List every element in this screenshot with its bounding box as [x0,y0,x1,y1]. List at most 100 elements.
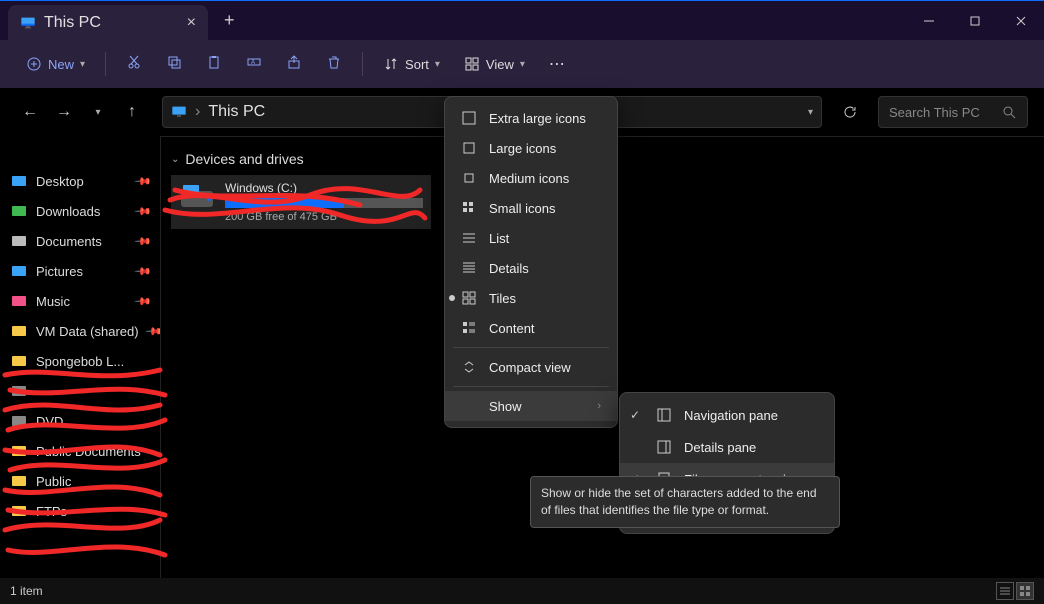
back-button[interactable]: ← [16,98,44,126]
sidebar-item-monitor[interactable]: — [0,376,160,406]
menu-item-label: List [489,231,509,246]
cut-button[interactable] [116,48,152,81]
sidebar-item-folder[interactable]: FTPs [0,496,160,526]
pin-icon: 📌 [134,292,153,311]
show-menu-item-details-pane[interactable]: Details pane [620,431,834,463]
chevron-right-icon: › [597,400,601,412]
view-menu-item-details[interactable]: Details [445,253,617,283]
paste-button[interactable] [196,48,232,81]
sidebar-item-folder[interactable]: Spongebob L... [0,346,160,376]
show-menu-item-nav-pane[interactable]: ✓Navigation pane [620,399,834,431]
drive-icon [179,181,215,217]
up-button[interactable]: ↑ [118,98,146,126]
view-menu-show[interactable]: Show › [445,391,617,421]
recent-button[interactable]: ▾ [84,98,112,126]
share-button[interactable] [276,48,312,81]
rename-button[interactable]: A [236,48,272,81]
breadcrumb-location[interactable]: This PC [208,103,265,121]
sidebar-item-download[interactable]: Downloads 📌 [0,196,160,226]
sidebar-item-label: Documents [36,234,102,249]
close-window-button[interactable] [998,1,1044,40]
view-menu-item-m-icons[interactable]: Medium icons [445,163,617,193]
content-icon [461,320,477,336]
disc-icon [10,412,28,430]
window-controls [906,1,1044,40]
drive-info: Windows (C:) 200 GB free of 475 GB [225,181,423,223]
copy-button[interactable] [156,48,192,81]
pin-icon: 📌 [134,172,153,191]
delete-button[interactable] [316,48,352,81]
menu-item-label: Content [489,321,535,336]
menu-item-label: Medium icons [489,171,569,186]
menu-item-label: Show [489,399,522,414]
music-icon [10,292,28,310]
details-view-button[interactable] [996,582,1014,600]
sort-icon [383,56,399,72]
separator [105,52,106,76]
view-icon [464,56,480,72]
menu-item-label: Tiles [489,291,516,306]
sidebar-item-document[interactable]: Documents 📌 [0,226,160,256]
view-button[interactable]: View ▾ [454,50,535,78]
view-menu-item-l-icons[interactable]: Large icons [445,133,617,163]
sidebar-item-folder[interactable]: Public [0,466,160,496]
sidebar-item-music[interactable]: Music 📌 [0,286,160,316]
toolbar: New ▾ A Sort ▾ View ▾ ⋯ [0,40,1044,88]
s-icons-icon [461,200,477,216]
sidebar-item-disc[interactable]: DVD [0,406,160,436]
sidebar-item-picture[interactable]: Pictures 📌 [0,256,160,286]
pin-icon: 📌 [134,232,153,251]
desktop-icon [10,172,28,190]
maximize-button[interactable] [952,1,998,40]
chevron-down-icon: ▾ [520,59,525,70]
sidebar-item-label: Spongebob L... [36,354,124,369]
drive-item-c[interactable]: Windows (C:) 200 GB free of 475 GB [171,175,431,229]
pin-icon: 📌 [134,262,153,281]
thumbnails-view-button[interactable] [1016,582,1034,600]
forward-button[interactable]: → [50,98,78,126]
view-menu-dropdown: Extra large icons Large icons Medium icons… [444,96,618,428]
menu-separator [453,386,609,387]
view-menu-item-tiles[interactable]: Tiles [445,283,617,313]
chevron-down-icon[interactable]: ▾ [808,107,813,118]
sort-button[interactable]: Sort ▾ [373,50,450,78]
search-placeholder: Search This PC [889,105,980,120]
close-tab-icon[interactable]: × [187,14,196,32]
search-input[interactable]: Search This PC [878,96,1028,128]
sidebar-item-desktop[interactable]: Desktop 📌 [0,166,160,196]
tooltip-text: Show or hide the set of characters added… [541,486,817,517]
m-icons-icon [461,170,477,186]
minimize-button[interactable] [906,1,952,40]
view-menu-item-content[interactable]: Content [445,313,617,343]
new-tab-button[interactable]: + [208,1,251,40]
new-button[interactable]: New ▾ [16,50,95,78]
breadcrumb-sep: › [195,103,200,121]
tab-title: This PC [44,14,101,32]
sidebar-item-label: Pictures [36,264,83,279]
details-pane-icon [656,439,672,455]
check-icon: ✓ [630,408,640,422]
sidebar-item-label: — [36,384,49,399]
download-icon [10,202,28,220]
tab-this-pc[interactable]: This PC × [8,5,208,40]
menu-item-label: Large icons [489,141,556,156]
view-menu-item-xl-icons[interactable]: Extra large icons [445,103,617,133]
refresh-button[interactable] [834,96,866,128]
compact-icon [461,359,477,375]
sidebar-item-label: FTPs [36,504,67,519]
view-menu-item-s-icons[interactable]: Small icons [445,193,617,223]
more-button[interactable]: ⋯ [539,48,575,80]
sidebar-item-label: Downloads [36,204,100,219]
sidebar-item-label: Desktop [36,174,84,189]
sidebar-item-label: VM Data (shared) [36,324,139,339]
sidebar-item-folder[interactable]: Public Documents [0,436,160,466]
picture-icon [10,262,28,280]
sidebar-item-label: Music [36,294,70,309]
view-menu-compact[interactable]: Compact view [445,352,617,382]
sidebar-item-folder[interactable]: VM Data (shared)📌 [0,316,160,346]
list-icon [461,230,477,246]
l-icons-icon [461,140,477,156]
pin-icon: 📌 [134,202,153,221]
view-menu-item-list[interactable]: List [445,223,617,253]
details-icon [461,260,477,276]
